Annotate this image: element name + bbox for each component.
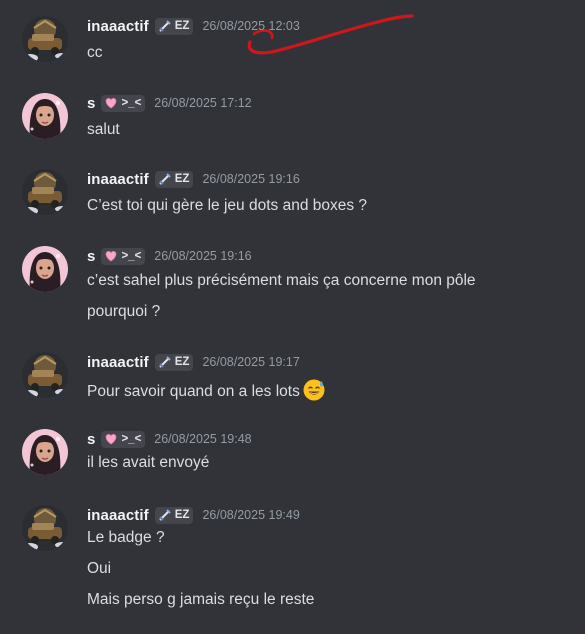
heart-icon — [104, 96, 118, 110]
username[interactable]: inaaactif — [87, 354, 149, 371]
username[interactable]: s — [87, 95, 95, 112]
user-tag[interactable]: EZ — [154, 506, 194, 524]
sword-icon — [158, 19, 172, 33]
sword-icon — [158, 355, 172, 369]
message-text: pourquoi ? — [87, 303, 161, 320]
tag-text: EZ — [174, 356, 190, 368]
car-avatar[interactable] — [22, 505, 68, 551]
chat-message-list: inaaactif EZ 26/08/2025 12:03 cc s >_< 2… — [0, 0, 585, 634]
user-tag[interactable]: EZ — [154, 353, 194, 371]
tag-text: EZ — [174, 173, 190, 185]
message-header: s >_< 26/08/2025 19:48 — [87, 429, 252, 449]
message-text: il les avait envoyé — [87, 454, 210, 471]
sword-icon — [158, 508, 172, 522]
tag-text: >_< — [121, 433, 142, 445]
car-avatar[interactable] — [22, 16, 68, 62]
message-header: inaaactif EZ 26/08/2025 12:03 — [87, 16, 300, 36]
tag-text: >_< — [121, 97, 142, 109]
sword-icon — [158, 172, 172, 186]
message-text: Mais perso g jamais reçu le reste — [87, 591, 315, 608]
message-text: c’est sahel plus précisément mais ça con… — [87, 272, 476, 289]
timestamp: 26/08/2025 19:16 — [202, 172, 300, 186]
girl-avatar[interactable] — [22, 429, 68, 475]
girl-avatar[interactable] — [22, 93, 68, 139]
message-text-content: Pour savoir quand on a les lots — [87, 383, 300, 400]
username[interactable]: inaaactif — [87, 171, 149, 188]
tag-text: >_< — [121, 250, 142, 262]
message-text: Oui — [87, 560, 112, 577]
message-header: s >_< 26/08/2025 19:16 — [87, 246, 252, 266]
message-text: Le badge ? — [87, 529, 165, 546]
message-header: inaaactif EZ 26/08/2025 19:16 — [87, 169, 300, 189]
car-avatar[interactable] — [22, 352, 68, 398]
message-text: C’est toi qui gère le jeu dots and boxes… — [87, 197, 368, 214]
user-tag[interactable]: >_< — [101, 94, 146, 112]
tag-text: EZ — [174, 20, 190, 32]
timestamp: 26/08/2025 12:03 — [202, 19, 300, 33]
message-header: s >_< 26/08/2025 17:12 — [87, 93, 252, 113]
username[interactable]: s — [87, 431, 95, 448]
timestamp: 26/08/2025 19:17 — [202, 355, 300, 369]
username[interactable]: inaaactif — [87, 507, 149, 524]
heart-icon — [104, 432, 118, 446]
timestamp: 26/08/2025 19:48 — [154, 432, 252, 446]
heart-icon — [104, 249, 118, 263]
girl-avatar[interactable] — [22, 246, 68, 292]
message-header: inaaactif EZ 26/08/2025 19:17 — [87, 352, 300, 372]
sweat-smile-emoji[interactable] — [302, 378, 326, 402]
user-tag[interactable]: EZ — [154, 17, 194, 35]
car-avatar[interactable] — [22, 169, 68, 215]
username[interactable]: inaaactif — [87, 18, 149, 35]
tag-text: EZ — [174, 509, 190, 521]
timestamp: 26/08/2025 19:16 — [154, 249, 252, 263]
message-header: inaaactif EZ 26/08/2025 19:49 — [87, 505, 300, 525]
timestamp: 26/08/2025 19:49 — [202, 508, 300, 522]
user-tag[interactable]: >_< — [101, 430, 146, 448]
message-text: Pour savoir quand on a les lots — [87, 378, 326, 402]
user-tag[interactable]: EZ — [154, 170, 194, 188]
message-text: salut — [87, 121, 120, 138]
timestamp: 26/08/2025 17:12 — [154, 96, 252, 110]
message-text: cc — [87, 44, 103, 61]
user-tag[interactable]: >_< — [101, 247, 146, 265]
username[interactable]: s — [87, 248, 95, 265]
